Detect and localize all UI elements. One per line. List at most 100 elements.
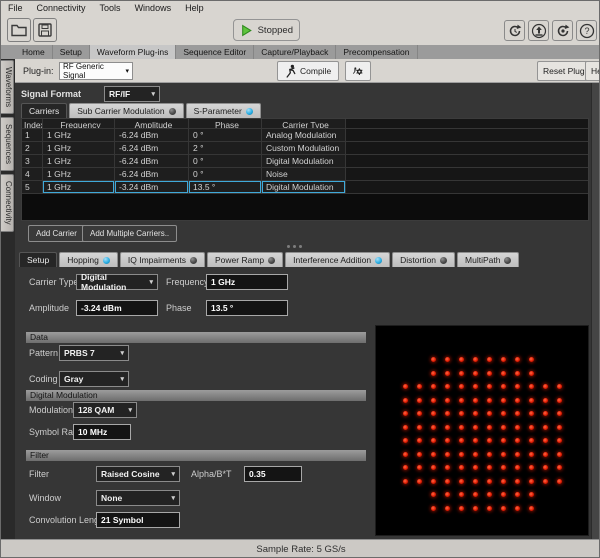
menu-file[interactable]: File <box>1 1 30 16</box>
carrier-tab-sub-carrier-modulation[interactable]: Sub Carrier Modulation <box>69 103 183 118</box>
constellation-preview <box>375 325 589 536</box>
cell[interactable]: 13.5 ° <box>189 181 262 194</box>
cell[interactable]: 5 <box>22 181 43 194</box>
constellation-point <box>459 398 464 403</box>
splitter-handle[interactable] <box>287 245 302 248</box>
constellation-point <box>403 452 408 457</box>
constellation-point <box>445 465 450 470</box>
restore-button[interactable] <box>504 20 525 41</box>
carrier-type-select[interactable]: Digital Modulation▾ <box>76 274 158 290</box>
column-header-amplitude[interactable]: Amplitude <box>115 119 189 129</box>
add-carrier-button[interactable]: Add Carrier <box>28 225 85 242</box>
setup-tab-setup[interactable]: Setup <box>19 252 57 267</box>
amplitude-input[interactable] <box>76 300 158 316</box>
cell[interactable]: Noise <box>262 168 346 181</box>
constellation-point <box>445 506 450 511</box>
column-header-carrier-type[interactable]: Carrier Type <box>262 119 346 129</box>
signal-format-select[interactable]: RF/IF▾ <box>104 86 160 102</box>
upload-button[interactable] <box>528 20 549 41</box>
constellation-point <box>543 425 548 430</box>
compile-settings-button[interactable] <box>345 61 371 81</box>
cell[interactable]: 1 <box>22 129 43 142</box>
menu-tools[interactable]: Tools <box>93 1 128 16</box>
phase-input[interactable] <box>206 300 288 316</box>
side-tab-waveforms[interactable]: Waveforms <box>1 60 14 114</box>
cell[interactable]: Digital Modulation <box>262 155 346 168</box>
table-row[interactable]: 11 GHz-6.24 dBm0 °Analog Modulation <box>22 129 588 142</box>
setup-tab-iq-impairments[interactable]: IQ Impairments <box>120 252 205 267</box>
cell[interactable]: 0 ° <box>189 129 262 142</box>
column-header-index[interactable]: Index <box>22 119 43 129</box>
run-state-button[interactable]: Stopped <box>233 19 300 41</box>
column-header-phase[interactable]: Phase <box>189 119 262 129</box>
side-tab-sequences[interactable]: Sequences <box>1 117 14 171</box>
tab-precompensation[interactable]: Precompensation <box>336 45 417 59</box>
carrier-tab-s-parameter[interactable]: S-Parameter <box>186 103 261 118</box>
add-multiple-carriers-button[interactable]: Add Multiple Carriers.. <box>82 225 177 242</box>
cell[interactable]: 0 ° <box>189 168 262 181</box>
tab-waveform-plug-ins[interactable]: Waveform Plug-ins <box>90 45 176 59</box>
cell[interactable]: 4 <box>22 168 43 181</box>
cell[interactable]: Analog Modulation <box>262 129 346 142</box>
cell[interactable]: 1 GHz <box>43 181 115 194</box>
table-row[interactable]: 41 GHz-6.24 dBm0 °Noise <box>22 168 588 181</box>
cell[interactable]: -3.24 dBm <box>115 181 189 194</box>
cell[interactable]: -6.24 dBm <box>115 142 189 155</box>
table-row[interactable]: 21 GHz-6.24 dBm2 °Custom Modulation <box>22 142 588 155</box>
tab-sequence-editor[interactable]: Sequence Editor <box>176 45 254 59</box>
constellation-point <box>515 357 520 362</box>
compile-button[interactable]: Compile <box>277 61 339 81</box>
setup-tab-distortion[interactable]: Distortion <box>392 252 455 267</box>
cell[interactable]: 2 <box>22 142 43 155</box>
table-row[interactable]: 31 GHz-6.24 dBm0 °Digital Modulation <box>22 155 588 168</box>
modulation-select[interactable]: 128 QAM▾ <box>73 402 137 418</box>
cell[interactable]: 2 ° <box>189 142 262 155</box>
table-row[interactable]: 51 GHz-3.24 dBm13.5 °Digital Modulation <box>22 181 588 194</box>
refresh-button[interactable] <box>552 20 573 41</box>
pattern-select[interactable]: PRBS 7▾ <box>59 345 129 361</box>
cell[interactable]: -6.24 dBm <box>115 168 189 181</box>
symbol-rate-input[interactable] <box>73 424 131 440</box>
open-file-button[interactable] <box>7 18 31 42</box>
cell[interactable]: 1 GHz <box>43 142 115 155</box>
setup-tab-multipath[interactable]: MultiPath <box>457 252 519 267</box>
cell[interactable]: 0 ° <box>189 155 262 168</box>
menu-connectivity[interactable]: Connectivity <box>30 1 93 16</box>
menu-help[interactable]: Help <box>178 1 211 16</box>
side-tab-connectivity[interactable]: Connectivity <box>1 174 14 232</box>
coding-label: Coding <box>29 371 58 387</box>
cell[interactable]: 3 <box>22 155 43 168</box>
gray-status-badge <box>440 257 447 264</box>
coding-select[interactable]: Gray▾ <box>59 371 129 387</box>
convolution-length-input[interactable] <box>96 512 180 528</box>
cell[interactable]: -6.24 dBm <box>115 129 189 142</box>
constellation-point <box>501 411 506 416</box>
frequency-input[interactable] <box>206 274 288 290</box>
setup-tab-interference-addition[interactable]: Interference Addition <box>285 252 390 267</box>
cell[interactable]: 1 GHz <box>43 155 115 168</box>
cell[interactable]: 1 GHz <box>43 129 115 142</box>
help-icon-button[interactable]: ? <box>576 20 597 41</box>
tab-setup[interactable]: Setup <box>53 45 90 59</box>
help-menu-button[interactable]: Help ▾ <box>585 61 600 81</box>
cell[interactable]: Custom Modulation <box>262 142 346 155</box>
vertical-scrollbar[interactable] <box>591 83 600 539</box>
tab-home[interactable]: Home <box>15 45 53 59</box>
setup-tab-hopping[interactable]: Hopping <box>59 252 118 267</box>
tab-capture-playback[interactable]: Capture/Playback <box>254 45 336 59</box>
plugin-select[interactable]: RF Generic Signal ▾ <box>59 62 133 80</box>
compile-label: Compile <box>300 66 331 76</box>
window-select[interactable]: None▾ <box>96 490 180 506</box>
save-button[interactable] <box>33 18 57 42</box>
pattern-label: Pattern <box>29 345 58 361</box>
alpha-input[interactable] <box>244 466 302 482</box>
constellation-point <box>529 425 534 430</box>
setup-tab-power-ramp[interactable]: Power Ramp <box>207 252 283 267</box>
menu-windows[interactable]: Windows <box>128 1 179 16</box>
column-header-frequency[interactable]: Frequency <box>43 119 115 129</box>
carrier-tab-carriers[interactable]: Carriers <box>21 103 67 118</box>
cell[interactable]: Digital Modulation <box>262 181 346 194</box>
cell[interactable]: 1 GHz <box>43 168 115 181</box>
filter-select[interactable]: Raised Cosine▾ <box>96 466 180 482</box>
cell[interactable]: -6.24 dBm <box>115 155 189 168</box>
